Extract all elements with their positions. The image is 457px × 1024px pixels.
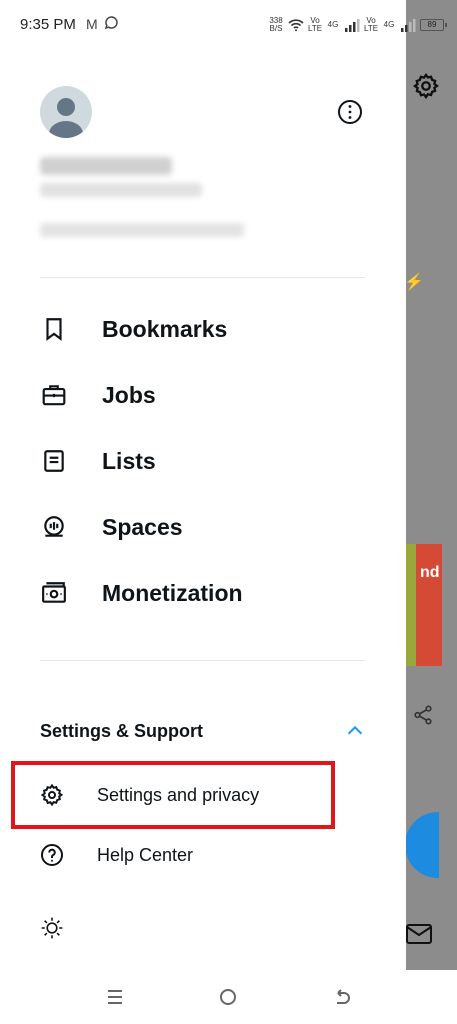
display-toggle-item[interactable]	[40, 908, 360, 948]
sim2-network-type: 4G	[383, 20, 395, 29]
profile-name-redacted[interactable]	[40, 157, 172, 175]
list-icon	[40, 447, 68, 475]
background-mail-icon	[406, 924, 432, 944]
sim1-network-type: 4G	[327, 20, 339, 29]
profile-handle-redacted	[40, 183, 202, 197]
home-icon[interactable]	[216, 985, 240, 1009]
background-card: nd	[406, 544, 442, 666]
signal-icon	[401, 19, 416, 32]
background-card-text: nd	[420, 564, 440, 581]
divider	[40, 277, 365, 278]
settings-support-toggle[interactable]: Settings & Support	[40, 714, 366, 748]
sim2-volte: Vo LTE	[364, 16, 379, 33]
monetization-icon	[40, 579, 68, 607]
status-bar: 9:35 PM M 338 B/S Vo LTE 4G Vo LTE 4G 89	[0, 0, 457, 50]
more-options-button[interactable]	[336, 98, 364, 126]
system-navigation-bar	[0, 970, 457, 1024]
briefcase-icon	[40, 381, 68, 409]
help-center-item[interactable]: Help Center	[40, 835, 360, 875]
status-time: 9:35 PM	[20, 16, 76, 33]
status-indicators: 338 B/S Vo LTE 4G Vo LTE 4G 89	[268, 14, 447, 36]
sim1-volte: Vo LTE	[308, 16, 323, 33]
bookmark-icon	[40, 315, 68, 343]
menu-item-label: Jobs	[102, 381, 156, 408]
whatsapp-icon	[104, 16, 118, 30]
help-icon	[40, 843, 64, 867]
network-speed: 338 B/S	[269, 16, 283, 33]
settings-support-title: Settings & Support	[40, 720, 203, 741]
menu-item-label: Lists	[102, 447, 156, 474]
menu-item-bookmarks[interactable]: Bookmarks	[40, 304, 366, 354]
menu-item-lists[interactable]: Lists	[40, 436, 366, 486]
menu-item-monetization[interactable]: Monetization	[40, 568, 366, 618]
background-share-icon	[414, 705, 432, 725]
highlight-box	[11, 761, 335, 829]
menu-item-jobs[interactable]: Jobs	[40, 370, 366, 420]
background-gear-icon	[412, 72, 439, 100]
menu-item-label: Monetization	[102, 579, 243, 606]
background-bolt-icon: ⚡	[404, 274, 424, 291]
help-center-label: Help Center	[97, 844, 194, 865]
menu-item-label: Spaces	[102, 513, 183, 540]
avatar-silhouette-icon	[49, 98, 83, 138]
chevron-up-icon	[347, 725, 363, 735]
menu-item-spaces[interactable]: Spaces	[40, 502, 366, 552]
battery-icon: 89	[420, 19, 447, 31]
follow-counts-redacted[interactable]	[40, 223, 244, 237]
menu-icon[interactable]	[103, 985, 127, 1009]
menu-item-label: Bookmarks	[102, 315, 228, 342]
signal-icon	[345, 19, 360, 32]
back-icon[interactable]	[330, 985, 354, 1009]
navigation-drawer: Bookmarks Jobs Lists Spaces Monetization…	[0, 0, 406, 970]
wifi-icon	[288, 19, 304, 32]
avatar[interactable]	[40, 86, 92, 138]
divider	[40, 660, 365, 661]
spaces-icon	[40, 513, 68, 541]
gmail-icon: M	[86, 16, 98, 32]
sun-icon	[40, 916, 64, 940]
